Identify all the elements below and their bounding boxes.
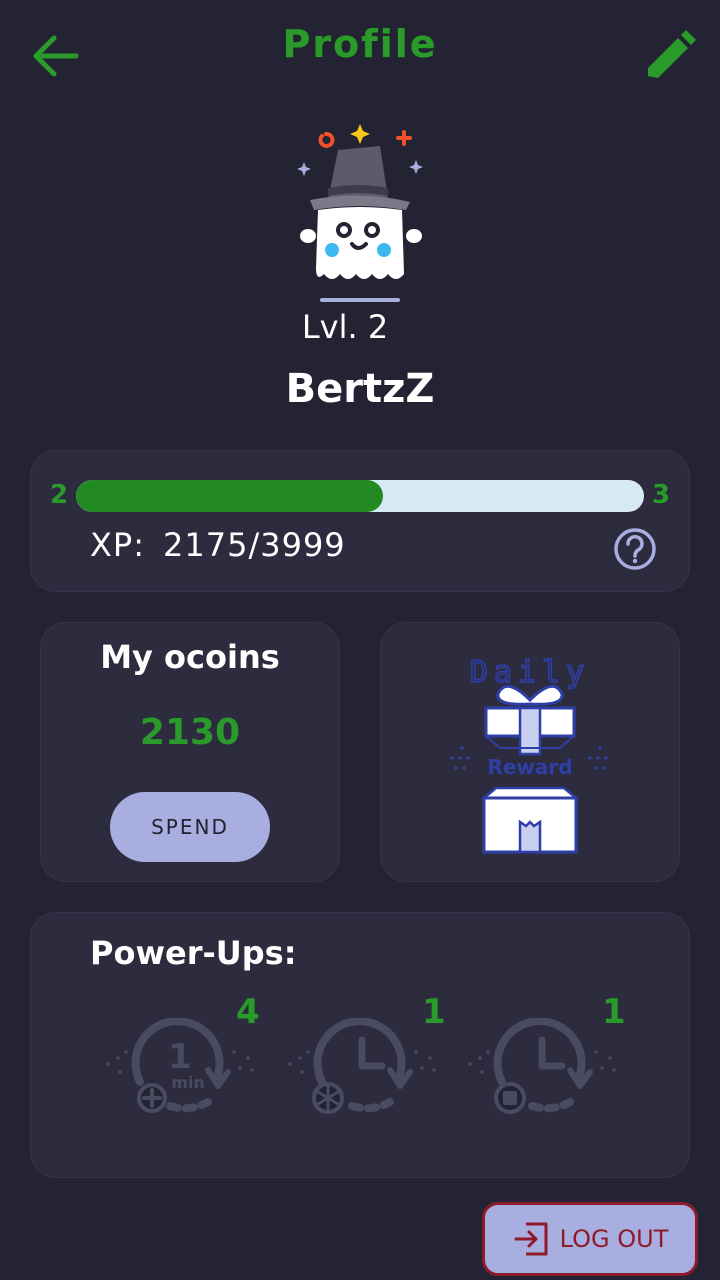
powerup-minute-number: 1: [168, 1037, 192, 1077]
xp-progress-fill: [76, 480, 383, 512]
powerup-stop-button[interactable]: [462, 1017, 622, 1118]
pencil-icon: [648, 30, 696, 78]
powerup-minute-unit: min: [171, 1073, 205, 1092]
avatar: [288, 118, 432, 308]
level-label: Lvl. 2: [301, 308, 389, 346]
next-level-number: 3: [652, 480, 671, 510]
xp-value: 2175/3999: [163, 526, 346, 564]
page-title: Profile: [282, 22, 438, 66]
coins-title: My ocoins: [100, 638, 280, 676]
daily-text: Daily: [470, 655, 590, 690]
powerup-add-minute-button[interactable]: 1 min: [100, 1017, 260, 1118]
add-one-minute-icon: 1 min: [106, 1017, 254, 1113]
powerups-title: Power-Ups:: [90, 934, 297, 972]
reward-text: Reward: [487, 755, 572, 779]
powerup-freeze-button[interactable]: [282, 1017, 442, 1118]
stop-time-icon: [468, 1017, 616, 1114]
logout-button[interactable]: LOG OUT: [482, 1202, 698, 1276]
xp-card: [30, 450, 690, 592]
current-level-number: 2: [50, 480, 69, 510]
freeze-time-icon: [288, 1017, 436, 1114]
daily-reward-gift-icon: Daily Reward: [440, 648, 620, 862]
question-circle-icon: [614, 528, 656, 570]
username: BertzZ: [285, 366, 435, 412]
coins-balance: 2130: [139, 712, 241, 753]
xp-readout: XP: 2175/3999: [90, 526, 346, 564]
logout-icon: [514, 1222, 548, 1256]
edit-profile-button[interactable]: [640, 26, 700, 86]
xp-label: XP:: [90, 526, 145, 564]
logout-label: LOG OUT: [559, 1225, 669, 1253]
xp-help-button[interactable]: [612, 526, 658, 572]
xp-progress-bar: [76, 480, 644, 512]
spend-button[interactable]: SPEND: [110, 792, 270, 862]
